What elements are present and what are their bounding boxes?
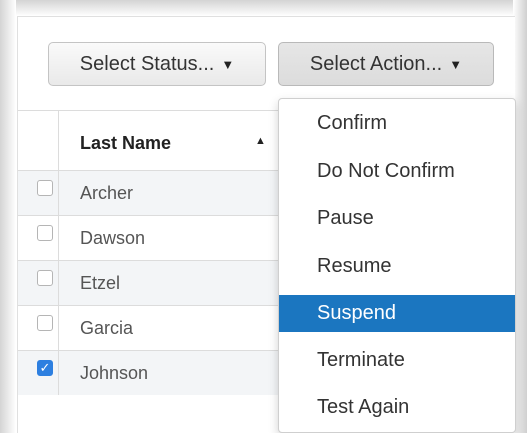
sort-ascending-icon[interactable]: ▲ (255, 135, 266, 147)
last-name-cell: Garcia (80, 318, 134, 338)
row-checkbox[interactable] (37, 270, 53, 286)
row-checkbox-checked[interactable]: ✓ (37, 360, 53, 376)
table-row: Dawson (18, 215, 308, 260)
last-name-cell: Dawson (80, 228, 146, 248)
select-action-label: Select Action... (309, 52, 443, 75)
menu-item-pause[interactable]: Pause (279, 200, 515, 237)
menu-item-test-again[interactable]: Test Again (279, 389, 515, 426)
last-name-cell: Johnson (80, 363, 149, 383)
row-checkbox[interactable] (37, 180, 53, 196)
table-row: ✓ Johnson (18, 350, 308, 395)
checkbox-column-header (18, 111, 59, 170)
frame-shadow-left (0, 0, 16, 433)
menu-item-do-not-confirm[interactable]: Do Not Confirm (279, 153, 515, 190)
checkbox-cell (18, 261, 59, 305)
row-checkbox[interactable] (37, 315, 53, 331)
menu-item-resume[interactable]: Resume (279, 248, 515, 285)
checkbox-cell (18, 171, 59, 215)
last-name-cell: Etzel (80, 273, 121, 293)
last-name-column-header[interactable]: Last Name (80, 133, 171, 154)
caret-down-icon: ▼ (449, 56, 463, 72)
menu-item-confirm[interactable]: Confirm (279, 105, 515, 142)
table-row: Archer (18, 170, 308, 215)
screenshot-frame: Select Status... ▼ Select Action... ▼ La… (0, 0, 527, 433)
checkbox-cell (18, 306, 59, 350)
menu-item-suspend[interactable]: Suspend (279, 295, 515, 332)
last-name-cell: Archer (80, 183, 134, 203)
select-status-label: Select Status... (79, 52, 215, 75)
checkmark-icon: ✓ (39, 360, 51, 375)
caret-down-icon: ▼ (221, 56, 235, 72)
select-action-button[interactable]: Select Action... ▼ (278, 42, 494, 86)
table-row: Etzel (18, 260, 308, 305)
select-status-button[interactable]: Select Status... ▼ (48, 42, 266, 86)
checkbox-cell (18, 216, 59, 260)
row-checkbox[interactable] (37, 225, 53, 241)
menu-item-terminate[interactable]: Terminate (279, 342, 515, 379)
table-row: Garcia (18, 305, 308, 350)
table-header-row: Last Name ▲ (18, 110, 308, 170)
checkbox-cell: ✓ (18, 351, 59, 395)
action-dropdown-menu: Confirm Do Not Confirm Pause Resume Susp… (278, 98, 516, 433)
frame-shadow-top (0, 0, 527, 16)
